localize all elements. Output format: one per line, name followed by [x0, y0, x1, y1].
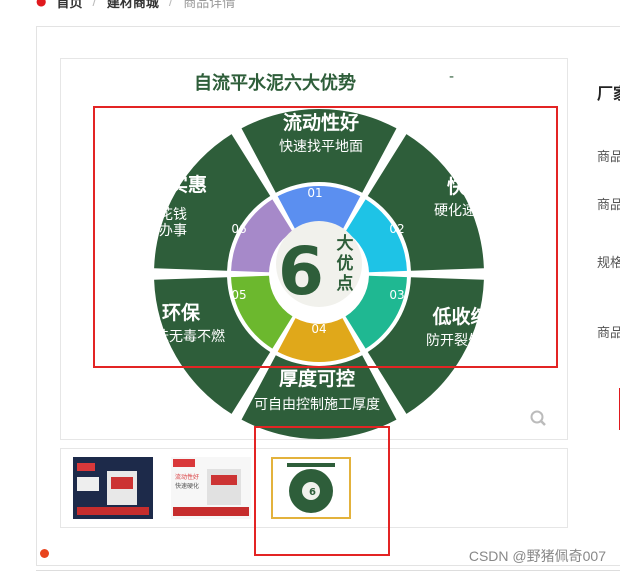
breadcrumb-home[interactable]: 首页	[56, 0, 82, 11]
segment-6-title: 经济实惠	[131, 173, 207, 196]
segment-6-desc-2: 多办事	[145, 222, 187, 239]
center-char-3: 点	[337, 273, 354, 294]
main-product-image[interactable]: 自流平水泥六大优势 - 流动性好 快速找平地面 快凝 硬化速度快 低收缩 防开裂…	[60, 58, 568, 440]
number-05: 05	[231, 288, 246, 302]
zoom-icon[interactable]	[529, 409, 547, 427]
center-char-2: 优	[337, 253, 354, 274]
segment-1-title: 流动性好	[283, 111, 359, 134]
divider	[36, 570, 620, 571]
info-row-1: 商品	[597, 150, 620, 165]
segment-6-desc-1: 少花钱	[145, 207, 187, 223]
thumb2-text-1: 流动性好	[175, 473, 199, 481]
svg-text:-: -	[449, 69, 454, 85]
factory-label: 厂家	[597, 84, 620, 103]
segment-2-desc: 硬化速度快	[434, 203, 504, 219]
thumbnail-1[interactable]	[73, 457, 153, 519]
info-row-3: 规格	[597, 256, 620, 271]
breadcrumb-separator: /	[168, 0, 174, 9]
svg-text:6: 6	[309, 487, 316, 498]
number-06: 06	[231, 222, 246, 236]
center-six: 6	[278, 233, 324, 310]
segment-2-title: 快凝	[447, 175, 486, 198]
location-pin-icon: ●	[36, 0, 47, 8]
thumbnail-strip: 流动性好 快速硬化 6	[60, 448, 568, 528]
number-03: 03	[389, 288, 404, 302]
thumb2-text-2: 快速硬化	[175, 482, 199, 490]
number-01: 01	[307, 186, 322, 200]
watermark: CSDN @野猪佩奇007	[468, 548, 606, 564]
number-02: 02	[389, 222, 404, 236]
marker-dot	[40, 549, 49, 558]
segment-5-desc: 无味无毒不燃	[141, 328, 225, 345]
breadcrumb-separator: /	[92, 0, 97, 9]
segment-5-title: 环保	[162, 301, 201, 324]
segment-3-title: 低收缩	[431, 305, 489, 328]
infographic: 自流平水泥六大优势 - 流动性好 快速找平地面 快凝 硬化速度快 低收缩 防开裂…	[131, 69, 504, 439]
breadcrumb: ● 首页 / 建材商城 / 商品详情	[36, 0, 236, 11]
segment-4-title: 厚度可控	[279, 367, 355, 390]
number-04: 04	[311, 322, 326, 336]
segment-1-desc: 快速找平地面	[279, 139, 363, 155]
thumbnail-3[interactable]: 6	[271, 457, 351, 519]
breadcrumb-category[interactable]: 建材商城	[107, 0, 159, 11]
thumbnail-2[interactable]: 流动性好 快速硬化	[171, 457, 251, 519]
breadcrumb-current: 商品详情	[183, 0, 236, 11]
info-row-4: 商品	[597, 326, 620, 341]
segment-3-desc: 防开裂处理	[426, 333, 496, 349]
infographic-title: 自流平水泥六大优势	[194, 72, 356, 94]
info-row-2: 商品	[597, 198, 620, 213]
segment-4-desc: 可自由控制施工厚度	[254, 397, 380, 413]
center-char-1: 大	[337, 233, 354, 254]
